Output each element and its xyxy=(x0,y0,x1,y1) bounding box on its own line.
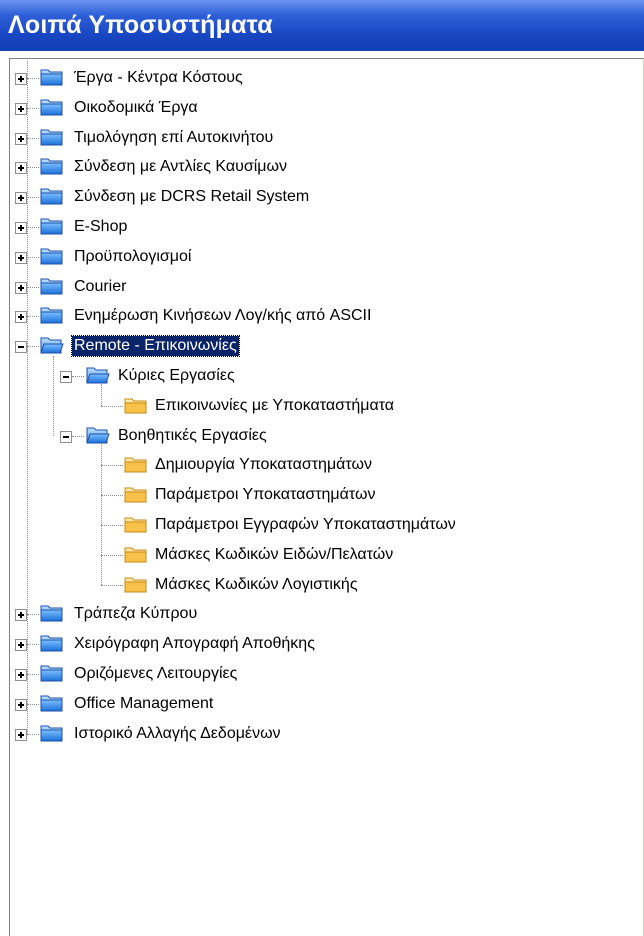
tree-item-label: Κύριες Εργασίες xyxy=(118,367,235,384)
tree-connector-line xyxy=(101,495,123,497)
tree-item[interactable]: Προϋπολογισμοί xyxy=(10,243,640,272)
tree-view[interactable]: Έργα - Κέντρα Κόστους Οικοδομικά Έργα Τιμο… xyxy=(9,58,644,936)
tree-item[interactable]: Βοηθητικές Εργασίες xyxy=(10,422,640,451)
tree-item[interactable]: Σύνδεση με DCRS Retail System xyxy=(10,183,640,212)
expand-icon[interactable] xyxy=(15,699,27,711)
tree-item-label: Προϋπολογισμοί xyxy=(74,248,192,265)
title-bar: Λοιπά Υποσυστήματα xyxy=(0,0,644,51)
tree-item-label: Remote - Επικοινωνίες xyxy=(71,335,240,357)
tree-connector-line xyxy=(53,356,55,436)
tree-item[interactable]: Σύνδεση με Αντλίες Καυσίμων xyxy=(10,153,640,182)
folder-icon xyxy=(40,335,64,355)
expand-icon[interactable] xyxy=(15,222,27,234)
tree-connector-line xyxy=(27,734,39,736)
tree-item-label: Σύνδεση με Αντλίες Καυσίμων xyxy=(74,158,287,175)
tree-connector-line xyxy=(101,465,123,467)
tree-item[interactable]: Κύριες Εργασίες xyxy=(10,362,640,391)
folder-icon xyxy=(40,97,64,117)
folder-icon xyxy=(86,425,110,445)
collapse-icon[interactable] xyxy=(60,431,72,443)
tree-item-label: Χειρόγραφη Απογραφή Αποθήκης xyxy=(74,635,315,652)
tree-connector-line xyxy=(27,61,29,734)
tree-item-label: Βοηθητικές Εργασίες xyxy=(118,427,267,444)
tree-item-label: Επικοινωνίες με Υποκαταστήματα xyxy=(155,397,395,414)
tree-item-label: Παράμετροι Υποκαταστημάτων xyxy=(155,486,376,503)
tree-item[interactable]: Remote - Επικοινωνίες xyxy=(10,332,640,361)
collapse-icon[interactable] xyxy=(15,341,27,353)
tree-item[interactable]: Τιμολόγηση επί Αυτοκινήτου xyxy=(10,124,640,153)
tree-connector-line xyxy=(101,555,123,557)
tree-item-label: Ιστορικό Αλλαγής Δεδομένων xyxy=(74,725,281,742)
tree-item-label: Τιμολόγηση επί Αυτοκινήτου xyxy=(74,129,274,146)
tree-item-label: Έργα - Κέντρα Κόστους xyxy=(74,69,243,86)
tree-item-label: Δημιουργία Υποκαταστημάτων xyxy=(155,456,372,473)
expand-icon[interactable] xyxy=(15,282,27,294)
folder-icon xyxy=(40,633,64,653)
expand-icon[interactable] xyxy=(15,729,27,741)
folder-icon xyxy=(124,454,148,474)
folder-icon xyxy=(124,514,148,534)
tree-connector-line xyxy=(72,376,84,378)
expand-icon[interactable] xyxy=(15,252,27,264)
folder-icon xyxy=(124,574,148,594)
expand-icon[interactable] xyxy=(15,192,27,204)
tree-item[interactable]: Χειρόγραφη Απογραφή Αποθήκης xyxy=(10,630,640,659)
expand-icon[interactable] xyxy=(15,639,27,651)
folder-icon xyxy=(40,276,64,296)
tree-item[interactable]: E-Shop xyxy=(10,213,640,242)
folder-icon xyxy=(40,67,64,87)
tree-item[interactable]: Οριζόμενες Λειτουργίες xyxy=(10,660,640,689)
tree-item-label: E-Shop xyxy=(74,218,128,235)
tree-connector-line xyxy=(72,436,84,438)
tree-item[interactable]: Οικοδομικά Έργα xyxy=(10,94,640,123)
folder-icon xyxy=(40,127,64,147)
tree-item-label: Μάσκες Κωδικών Ειδών/Πελατών xyxy=(155,546,394,563)
tree-item[interactable]: Office Management xyxy=(10,690,640,719)
tree-item-label: Courier xyxy=(74,278,127,295)
tree-item-label: Παράμετροι Εγγραφών Υποκαταστημάτων xyxy=(155,516,456,533)
tree-item-label: Μάσκες Κωδικών Λογιστικής xyxy=(155,576,358,593)
tree-item-label: Ενημέρωση Κινήσεων Λογ/κής από ASCII xyxy=(74,307,372,324)
tree-item-label: Office Management xyxy=(74,695,214,712)
tree-connector-line xyxy=(101,384,103,406)
expand-icon[interactable] xyxy=(15,73,27,85)
window-title: Λοιπά Υποσυστήματα xyxy=(8,11,273,39)
tree-item-label: Τράπεζα Κύπρου xyxy=(74,605,198,622)
tree-item[interactable]: Ιστορικό Αλλαγής Δεδομένων xyxy=(10,720,640,749)
tree-item-label: Οικοδομικά Έργα xyxy=(74,99,198,116)
folder-icon xyxy=(40,723,64,743)
expand-icon[interactable] xyxy=(15,311,27,323)
tree-item[interactable]: Τράπεζα Κύπρου xyxy=(10,600,640,629)
folder-icon xyxy=(40,246,64,266)
tree-item-label: Οριζόμενες Λειτουργίες xyxy=(74,665,238,682)
tree-connector-line xyxy=(101,585,123,587)
expand-icon[interactable] xyxy=(15,669,27,681)
expand-icon[interactable] xyxy=(15,609,27,621)
expand-icon[interactable] xyxy=(15,103,27,115)
tree-item[interactable]: Έργα - Κέντρα Κόστους xyxy=(10,64,640,93)
folder-icon xyxy=(86,365,110,385)
tree-item[interactable]: Courier xyxy=(10,273,640,302)
tree-connector-line xyxy=(101,444,103,585)
expand-icon[interactable] xyxy=(15,162,27,174)
expand-icon[interactable] xyxy=(15,133,27,145)
tree-connector-line xyxy=(101,406,123,408)
folder-icon xyxy=(124,484,148,504)
folder-icon xyxy=(40,663,64,683)
folder-icon xyxy=(124,544,148,564)
folder-icon xyxy=(40,693,64,713)
folder-icon xyxy=(124,395,148,415)
folder-icon xyxy=(40,216,64,236)
folder-icon xyxy=(40,156,64,176)
tree-connector-line xyxy=(101,525,123,527)
folder-icon xyxy=(40,603,64,623)
folder-icon xyxy=(40,305,64,325)
tree-item[interactable]: Ενημέρωση Κινήσεων Λογ/κής από ASCII xyxy=(10,302,640,331)
collapse-icon[interactable] xyxy=(60,371,72,383)
tree-item-label: Σύνδεση με DCRS Retail System xyxy=(74,188,310,205)
folder-icon xyxy=(40,186,64,206)
